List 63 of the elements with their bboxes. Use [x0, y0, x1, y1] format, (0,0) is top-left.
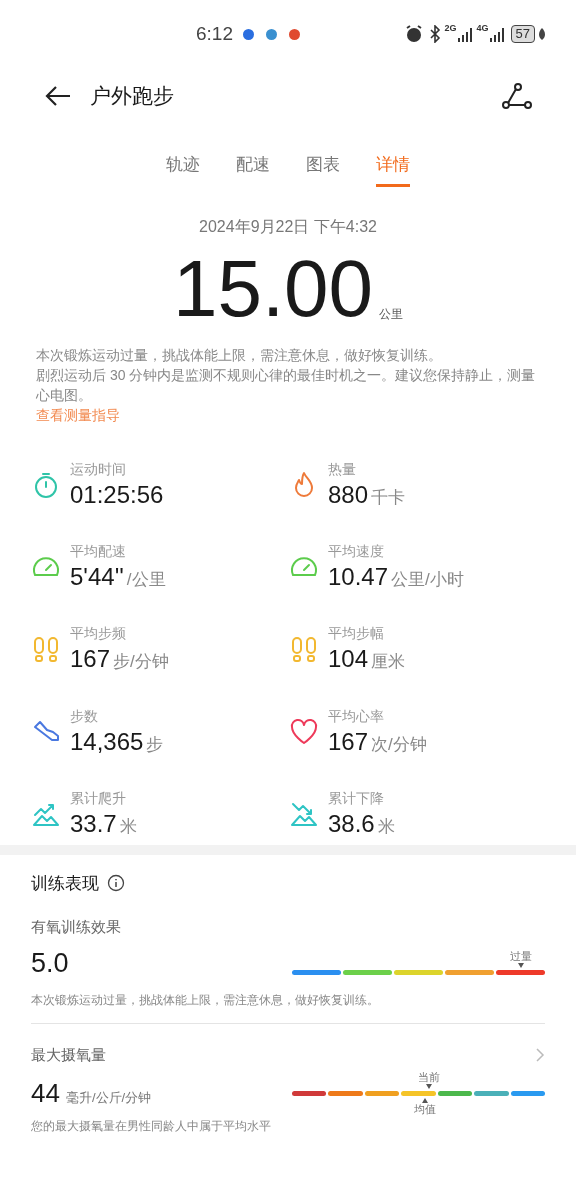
notice-text: 剧烈运动后 30 分钟内是监测不规则心律的最佳时机之一。建议您保持静止，测量心电图。: [36, 365, 537, 405]
stat-label: 运动时间: [70, 460, 127, 480]
tab[interactable]: 配速: [236, 152, 270, 187]
stat-label: 步数: [70, 706, 99, 726]
metric-unit: 毫升/公斤/分钟: [65, 1089, 152, 1107]
app-notification-icon: [243, 28, 254, 40]
stat-label: 平均配速: [70, 542, 127, 562]
tab[interactable]: 详情: [376, 152, 410, 187]
stat-value: 104: [328, 644, 369, 675]
network-type: 2G: [444, 24, 457, 33]
stat-unit: 米: [377, 815, 395, 838]
leaf-icon: [538, 27, 546, 41]
tab[interactable]: 图表: [306, 152, 340, 187]
app-notification-icon: [289, 28, 300, 40]
stat-label: 平均步频: [70, 624, 127, 644]
stat-unit: /公里: [126, 569, 166, 592]
workout-date: 2024年9月22日 下午4:32: [199, 216, 377, 237]
metric-value: 5.0: [31, 946, 69, 980]
distance-unit: 公里: [379, 305, 404, 323]
stat-value: 167: [328, 726, 369, 757]
tab[interactable]: 轨迹: [166, 152, 200, 187]
stat-label: 平均心率: [328, 706, 385, 726]
info-icon[interactable]: [107, 874, 125, 893]
stat-unit: 公里/小时: [391, 569, 464, 592]
status-time: 6:12: [196, 21, 233, 46]
bluetooth-icon: [428, 25, 441, 43]
signal-icon: [488, 26, 505, 42]
metric-title: 有氧训练效果: [31, 917, 122, 937]
stat-unit: 次/分钟: [371, 733, 427, 756]
stat-label: 累计爬升: [70, 788, 127, 808]
stat-value: 01:25:56: [70, 480, 164, 511]
page-title: 户外跑步: [90, 83, 174, 110]
stat-label: 平均步幅: [328, 624, 385, 644]
stat-label: 累计下降: [328, 788, 385, 808]
stat-value: 14,365: [70, 726, 144, 757]
stat-unit: 步: [146, 733, 164, 756]
stat-label: 平均速度: [328, 542, 385, 562]
stat-value: 167: [70, 644, 111, 675]
stat-value: 33.7: [70, 808, 117, 839]
network-type: 4G: [476, 24, 489, 33]
signal-icon: [456, 26, 473, 42]
stat-unit: 千卡: [371, 487, 406, 510]
guide-link[interactable]: 查看测量指导: [36, 404, 548, 425]
stat-value: 5'44'': [70, 562, 124, 593]
app-notification-icon: [266, 28, 277, 40]
notice-text: 本次锻炼运动过量，挑战体能上限，需注意休息，做好恢复训练。: [36, 345, 443, 365]
stat-value: 10.47: [328, 562, 389, 593]
stat-unit: 厘米: [371, 651, 406, 674]
stat-label: 热量: [328, 460, 357, 480]
stat-unit: 米: [119, 815, 137, 838]
metric-value: 44: [31, 1077, 60, 1110]
alarm-icon: [404, 25, 423, 43]
metric-note: 您的最大摄氧量在男性同龄人中属于平均水平: [31, 1118, 272, 1135]
stat-value: 38.6: [328, 808, 375, 839]
metric-note: 本次锻炼运动过量，挑战体能上限，需注意休息，做好恢复训练。: [31, 991, 380, 1009]
stat-unit: 步/分钟: [113, 651, 169, 674]
battery-indicator: 57: [510, 25, 535, 43]
section-title: 训练表现: [31, 872, 99, 895]
stat-value: 880: [328, 480, 369, 511]
distance-value: 15.00: [172, 242, 374, 335]
metric-title: 最大摄氧量: [31, 1044, 106, 1065]
back-arrow-icon[interactable]: [44, 84, 72, 108]
route-icon[interactable]: [502, 83, 532, 109]
